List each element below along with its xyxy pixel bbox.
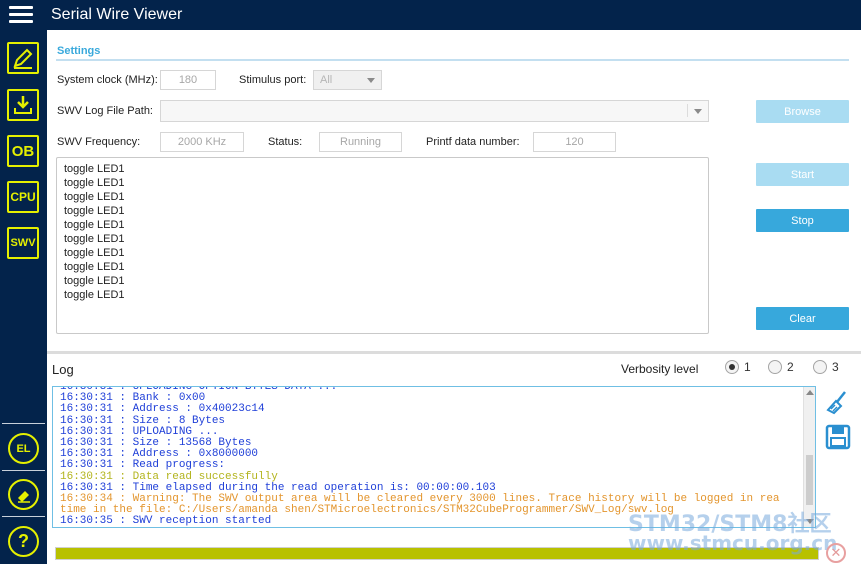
eraser-icon[interactable] — [8, 479, 39, 510]
log-title: Log — [52, 362, 74, 377]
verbosity-level-value: 1 — [744, 360, 751, 374]
el-icon[interactable]: EL — [8, 433, 39, 464]
settings-title: Settings — [57, 45, 101, 57]
watermark-url: www.stmcu.org.cn — [628, 531, 838, 555]
system-clock-field[interactable]: 180 — [160, 70, 216, 90]
swv-log-path-select[interactable] — [160, 100, 709, 122]
sidebar-item-swv[interactable]: SWV — [7, 227, 39, 259]
swv-output-line: toggle LED1 — [64, 163, 125, 175]
radio-circle — [768, 360, 782, 374]
scroll-thumb[interactable] — [806, 455, 813, 505]
broom-icon[interactable] — [825, 390, 851, 416]
swv-output-line: toggle LED1 — [64, 177, 125, 189]
settings-divider — [56, 59, 849, 61]
stimulus-port-value: All — [320, 74, 333, 86]
save-icon[interactable] — [825, 424, 851, 450]
download-icon[interactable] — [7, 89, 39, 121]
system-clock-label: System clock (MHz): — [57, 74, 158, 86]
help-icon[interactable]: ? — [8, 526, 39, 557]
log-line: 16:30:31 : Read progress: — [60, 459, 226, 472]
pencil-icon[interactable] — [7, 42, 39, 74]
verbosity-radio-1[interactable]: 1 — [725, 360, 751, 374]
verbosity-label: Verbosity level — [621, 362, 699, 376]
swv-output-line: toggle LED1 — [64, 275, 125, 287]
swv-output-line: toggle LED1 — [64, 191, 125, 203]
sidebar-divider — [2, 470, 45, 471]
stimulus-port-select[interactable]: All — [313, 70, 382, 90]
menu-icon[interactable] — [9, 6, 33, 24]
close-icon[interactable]: ✕ — [826, 543, 846, 563]
radio-circle — [813, 360, 827, 374]
swv-output-line: toggle LED1 — [64, 247, 125, 259]
chevron-down-icon — [694, 109, 702, 114]
swv-log-path-label: SWV Log File Path: — [57, 105, 153, 117]
swv-output-area[interactable]: toggle LED1 toggle LED1 toggle LED1 togg… — [56, 157, 709, 334]
sidebar-divider — [2, 516, 45, 517]
printf-data-number-label: Printf data number: — [426, 136, 520, 148]
swv-output-line: toggle LED1 — [64, 289, 125, 301]
swv-frequency-label: SWV Frequency: — [57, 136, 141, 148]
log-line: 16:30:31 : Address : 0x40023c14 — [60, 403, 265, 416]
scroll-up-icon[interactable] — [806, 390, 814, 395]
verbosity-level-value: 2 — [787, 360, 794, 374]
verbosity-radio-2[interactable]: 2 — [768, 360, 794, 374]
swv-output-line: toggle LED1 — [64, 233, 125, 245]
verbosity-level-value: 3 — [832, 360, 839, 374]
panel-splitter[interactable] — [47, 351, 861, 354]
stop-button[interactable]: Stop — [756, 209, 849, 232]
chevron-down-icon — [367, 78, 375, 83]
verbosity-radio-3[interactable]: 3 — [813, 360, 839, 374]
sidebar-item-cpu[interactable]: CPU — [7, 181, 39, 213]
sidebar: OB CPU SWV EL ? — [0, 30, 47, 564]
sidebar-item-ob[interactable]: OB — [7, 135, 39, 167]
swv-output-line: toggle LED1 — [64, 261, 125, 273]
stimulus-port-label: Stimulus port: — [239, 74, 307, 86]
printf-data-number-field: 120 — [533, 132, 616, 152]
clear-button[interactable]: Clear — [756, 307, 849, 330]
start-button[interactable]: Start — [756, 163, 849, 186]
sidebar-divider — [2, 423, 45, 424]
status-label: Status: — [268, 136, 303, 148]
radio-circle — [725, 360, 739, 374]
app-title: Serial Wire Viewer — [51, 6, 183, 23]
status-field: Running — [319, 132, 402, 152]
browse-button[interactable]: Browse — [756, 100, 849, 123]
title-bar: Serial Wire Viewer — [0, 0, 861, 30]
swv-frequency-field[interactable]: 2000 KHz — [160, 132, 244, 152]
swv-output-line: toggle LED1 — [64, 205, 125, 217]
swv-output-line: toggle LED1 — [64, 219, 125, 231]
